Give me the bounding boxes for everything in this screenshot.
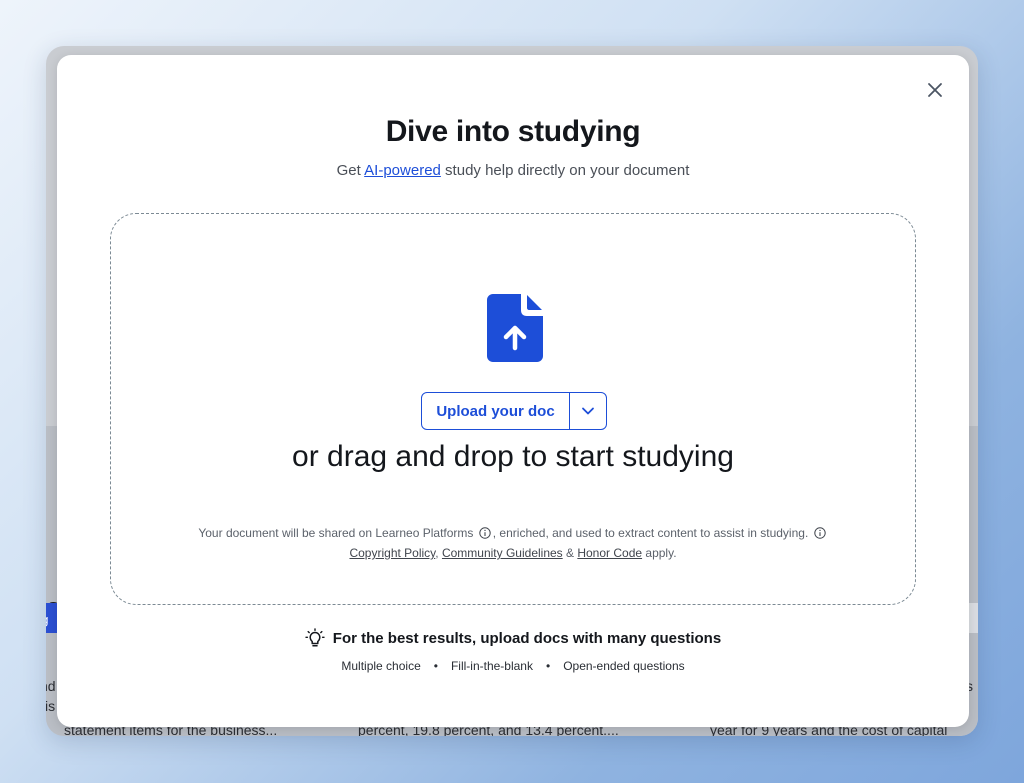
- upload-doc-button[interactable]: Upload your doc: [422, 393, 570, 429]
- separator-dot: •: [545, 659, 551, 673]
- legal-text-2: , enriched, and used to extract content …: [492, 526, 809, 540]
- close-button[interactable]: [923, 78, 947, 102]
- document-upload-icon: [487, 294, 543, 362]
- question-types: Multiple choice • Fill-in-the-blank • Open-e…: [57, 659, 969, 673]
- legal-notice: Your document will be shared on Learneo …: [111, 523, 915, 563]
- close-icon: [928, 83, 942, 97]
- info-icon[interactable]: [479, 527, 491, 539]
- question-type-item: Open-ended questions: [563, 659, 685, 673]
- info-icon[interactable]: [813, 527, 826, 539]
- chevron-down-icon: [582, 407, 594, 415]
- modal-title: Dive into studying: [385, 115, 641, 148]
- separator-dot: •: [433, 659, 438, 673]
- background-right-fragment-box: [968, 603, 978, 633]
- legal-tail: apply.: [642, 546, 677, 560]
- drag-drop-text: or drag and drop to start studying: [292, 440, 734, 473]
- ai-powered-link[interactable]: AI-powered: [364, 162, 441, 179]
- legal-separator: &: [562, 546, 578, 560]
- upload-dropzone[interactable]: Upload your doc or drag and drop to star…: [110, 213, 916, 605]
- copyright-policy-link[interactable]: Copyright Policy: [349, 546, 435, 560]
- best-results-tip: For the best results, upload docs with m…: [57, 628, 969, 648]
- legal-separator: ,: [435, 546, 442, 560]
- legal-text-1: Your document will be shared on Learneo …: [198, 526, 474, 540]
- background-tab-label: ng: [46, 612, 48, 627]
- subtitle-suffix: study help directly on your document: [440, 162, 690, 179]
- honor-code-link[interactable]: Honor Code: [577, 546, 642, 560]
- question-type-item: Multiple choice: [341, 659, 421, 673]
- upload-modal: Dive into studying Get AI-powered study …: [57, 55, 969, 727]
- community-guidelines-link[interactable]: Community Guidelines: [442, 546, 563, 560]
- background-left-line-1: nd: [46, 678, 56, 694]
- upload-button-group: Upload your doc: [421, 392, 607, 430]
- modal-subtitle: Get AI-powered study help directly on yo…: [57, 162, 969, 179]
- lightbulb-icon: [305, 628, 325, 647]
- upload-options-button[interactable]: [570, 393, 606, 429]
- tip-text: For the best results, upload docs with m…: [332, 629, 722, 647]
- question-type-item: Fill-in-the-blank: [450, 659, 533, 673]
- subtitle-prefix: Get: [336, 162, 365, 179]
- background-left-line-2: sis: [46, 698, 56, 714]
